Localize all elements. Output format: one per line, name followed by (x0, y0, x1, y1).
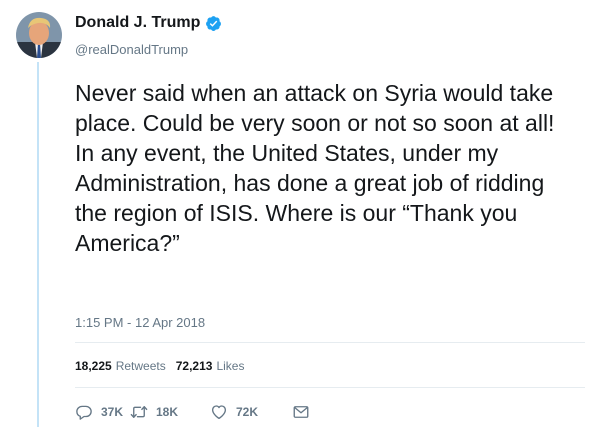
thread-line (37, 62, 39, 427)
like-count: 72K (236, 405, 259, 419)
envelope-icon (293, 406, 309, 418)
like-button[interactable]: 72K (210, 403, 292, 421)
likes-label: Likes (216, 359, 245, 373)
reply-button[interactable]: 37K (75, 403, 130, 421)
retweets-stat[interactable]: 18,225 Retweets (75, 359, 166, 373)
tweet-timestamp[interactable]: 1:15 PM - 12 Apr 2018 (75, 315, 205, 330)
reply-icon (76, 405, 92, 420)
heart-icon (211, 405, 227, 420)
verified-badge-icon (205, 15, 222, 32)
retweet-button[interactable]: 18K (130, 403, 210, 421)
author-name-row: Donald J. Trump (75, 14, 222, 32)
retweets-label: Retweets (115, 359, 166, 373)
display-name[interactable]: Donald J. Trump (75, 14, 200, 32)
retweet-icon (130, 406, 148, 418)
retweet-count: 18K (156, 405, 179, 419)
reply-count: 37K (101, 405, 124, 419)
user-handle[interactable]: @realDonaldTrump (75, 42, 188, 57)
direct-message-button[interactable] (292, 403, 312, 421)
likes-stat[interactable]: 72,213 Likes (176, 359, 245, 373)
divider (75, 387, 585, 388)
likes-count: 72,213 (175, 359, 213, 373)
divider (75, 342, 585, 343)
tweet-text: Never said when an attack on Syria would… (75, 80, 555, 256)
tweet-actions: 37K 18K 72K (75, 402, 312, 422)
avatar[interactable] (16, 12, 62, 58)
retweets-count: 18,225 (75, 359, 112, 373)
avatar-image (16, 12, 62, 58)
engagement-stats: 18,225 Retweets 72,213 Likes (75, 359, 244, 373)
